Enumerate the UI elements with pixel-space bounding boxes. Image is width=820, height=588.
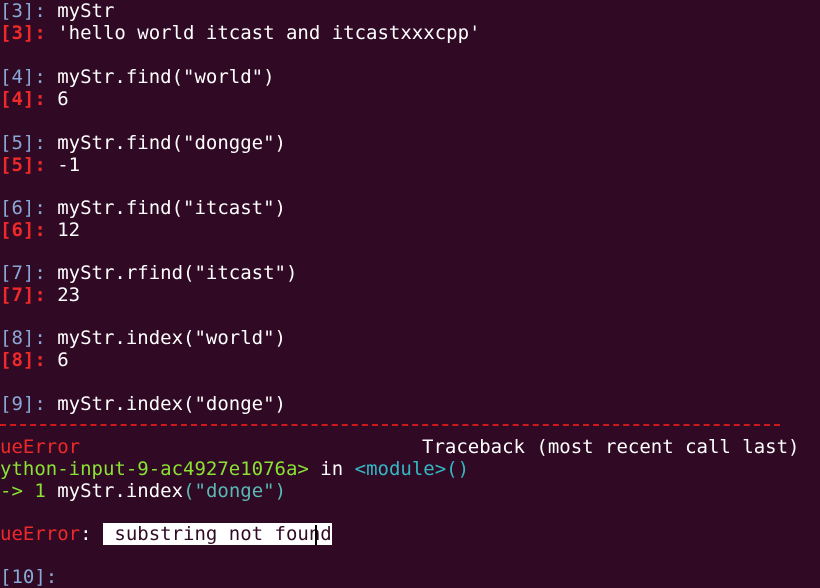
code-text: myStr.find("world") [57,66,275,88]
input-line-4[interactable]: [4]: myStr.find("world") [0,66,275,88]
output-line-3: [3]: 'hello world itcast and itcastxxxcp… [0,22,480,44]
output-text: 'hello world itcast and itcastxxxcpp' [57,22,481,44]
error-message-line[interactable]: ueError: substring not found [0,523,332,545]
call-open-paren: ( [183,480,195,502]
output-line-7: [7]: 23 [0,284,80,306]
output-text: 23 [57,284,81,306]
call-object: myStr [57,480,115,502]
output-text: -1 [57,154,81,176]
input-line-9[interactable]: [9]: myStr.index("donge") [0,393,286,415]
selected-error-message[interactable]: substring not found [102,523,332,545]
traceback-title: Traceback (most recent call last) [422,436,800,458]
code-text: myStr.rfind("itcast") [57,262,298,284]
input-prompt: [4]: [0,66,58,88]
output-line-5: [5]: -1 [0,154,80,176]
output-text: 6 [57,349,69,371]
code-text: myStr.find("itcast") [57,197,286,219]
error-name: ueError [0,436,81,458]
in-word: in [308,458,355,480]
input-line-5[interactable]: [5]: myStr.find("dongge") [0,132,286,154]
code-text: myStr.index("donge") [57,393,286,415]
traceback-location: ython-input-9-ac4927e1076a> in <module>(… [0,458,469,480]
text-cursor-icon [314,524,317,545]
output-prompt: [5]: [0,154,58,176]
call-arg-string: "donge" [194,480,275,502]
code-text: myStr [57,0,115,22]
call-method: index [125,480,184,502]
input-prompt: [9]: [0,393,58,415]
input-prompt: [10]: [0,566,69,588]
output-prompt: [4]: [0,88,58,110]
code-text: myStr.index("world") [57,327,286,349]
traceback-code-line: -> 1 myStr.index("donge") [0,480,286,502]
input-line-3[interactable]: [3]: myStr [0,0,114,22]
input-prompt: [3]: [0,0,58,22]
call-dot: . [114,480,126,502]
error-colon: : [80,523,103,545]
traceback-header-right: Traceback (most recent call last) [422,436,800,458]
input-prompt: [6]: [0,197,58,219]
output-line-8: [8]: 6 [0,349,69,371]
output-text: 6 [57,88,69,110]
output-line-6: [6]: 12 [0,219,80,241]
input-line-6[interactable]: [6]: myStr.find("itcast") [0,197,286,219]
output-text: 12 [57,219,81,241]
traceback-divider [0,424,780,426]
output-prompt: [3]: [0,22,58,44]
input-line-7[interactable]: [7]: myStr.rfind("itcast") [0,262,297,284]
code-text: myStr.find("dongge") [57,132,286,154]
output-line-4: [4]: 6 [0,88,69,110]
input-line-8[interactable]: [8]: myStr.index("world") [0,327,286,349]
call-close-paren: ) [274,480,287,502]
input-prompt: [5]: [0,132,58,154]
module-parens: () [446,458,470,480]
output-prompt: [8]: [0,349,58,371]
error-type: ueError [0,523,81,545]
next-input-prompt[interactable]: [10]: [0,566,69,588]
input-prompt: [7]: [0,262,58,284]
output-prompt: [7]: [0,284,58,306]
input-ref: ython-input-9-ac4927e1076a> [0,458,309,480]
traceback-header: ueError [0,436,80,458]
input-prompt: [8]: [0,327,58,349]
arrow-marker: -> 1 [0,480,58,502]
output-prompt: [6]: [0,219,58,241]
module-name: <module> [354,458,447,480]
